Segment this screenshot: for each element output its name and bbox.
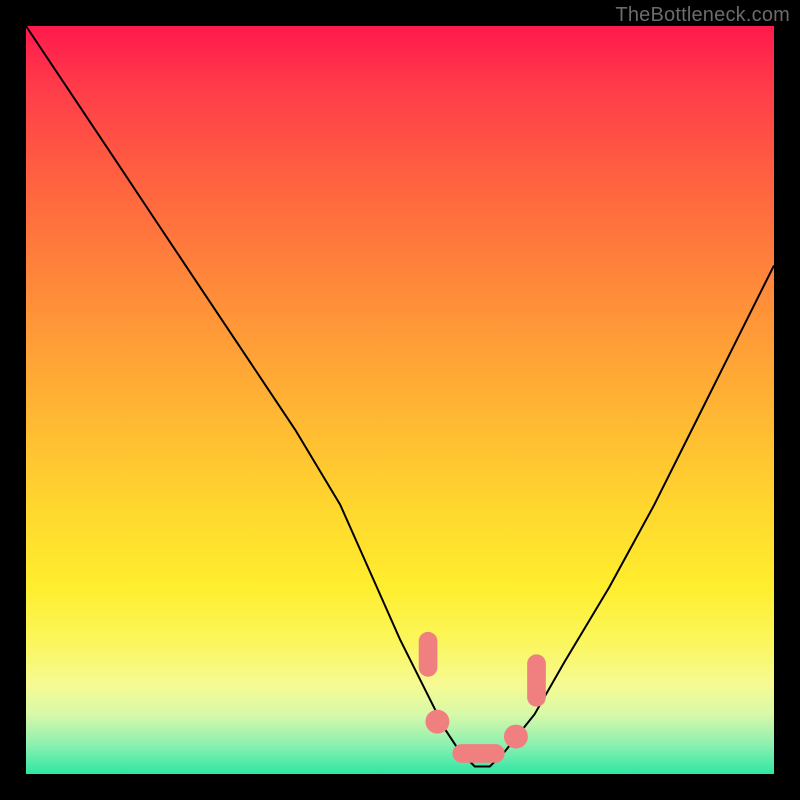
- left-dot: [425, 710, 449, 734]
- chart-area: [26, 26, 774, 774]
- chart-svg: [26, 26, 774, 774]
- trough-bar: [452, 744, 504, 763]
- watermark-text: TheBottleneck.com: [615, 4, 790, 27]
- bottleneck-curve: [26, 26, 774, 767]
- markers-group: [419, 632, 546, 763]
- left-upper: [419, 632, 438, 677]
- right-dot: [504, 725, 528, 749]
- right-upper: [527, 654, 546, 706]
